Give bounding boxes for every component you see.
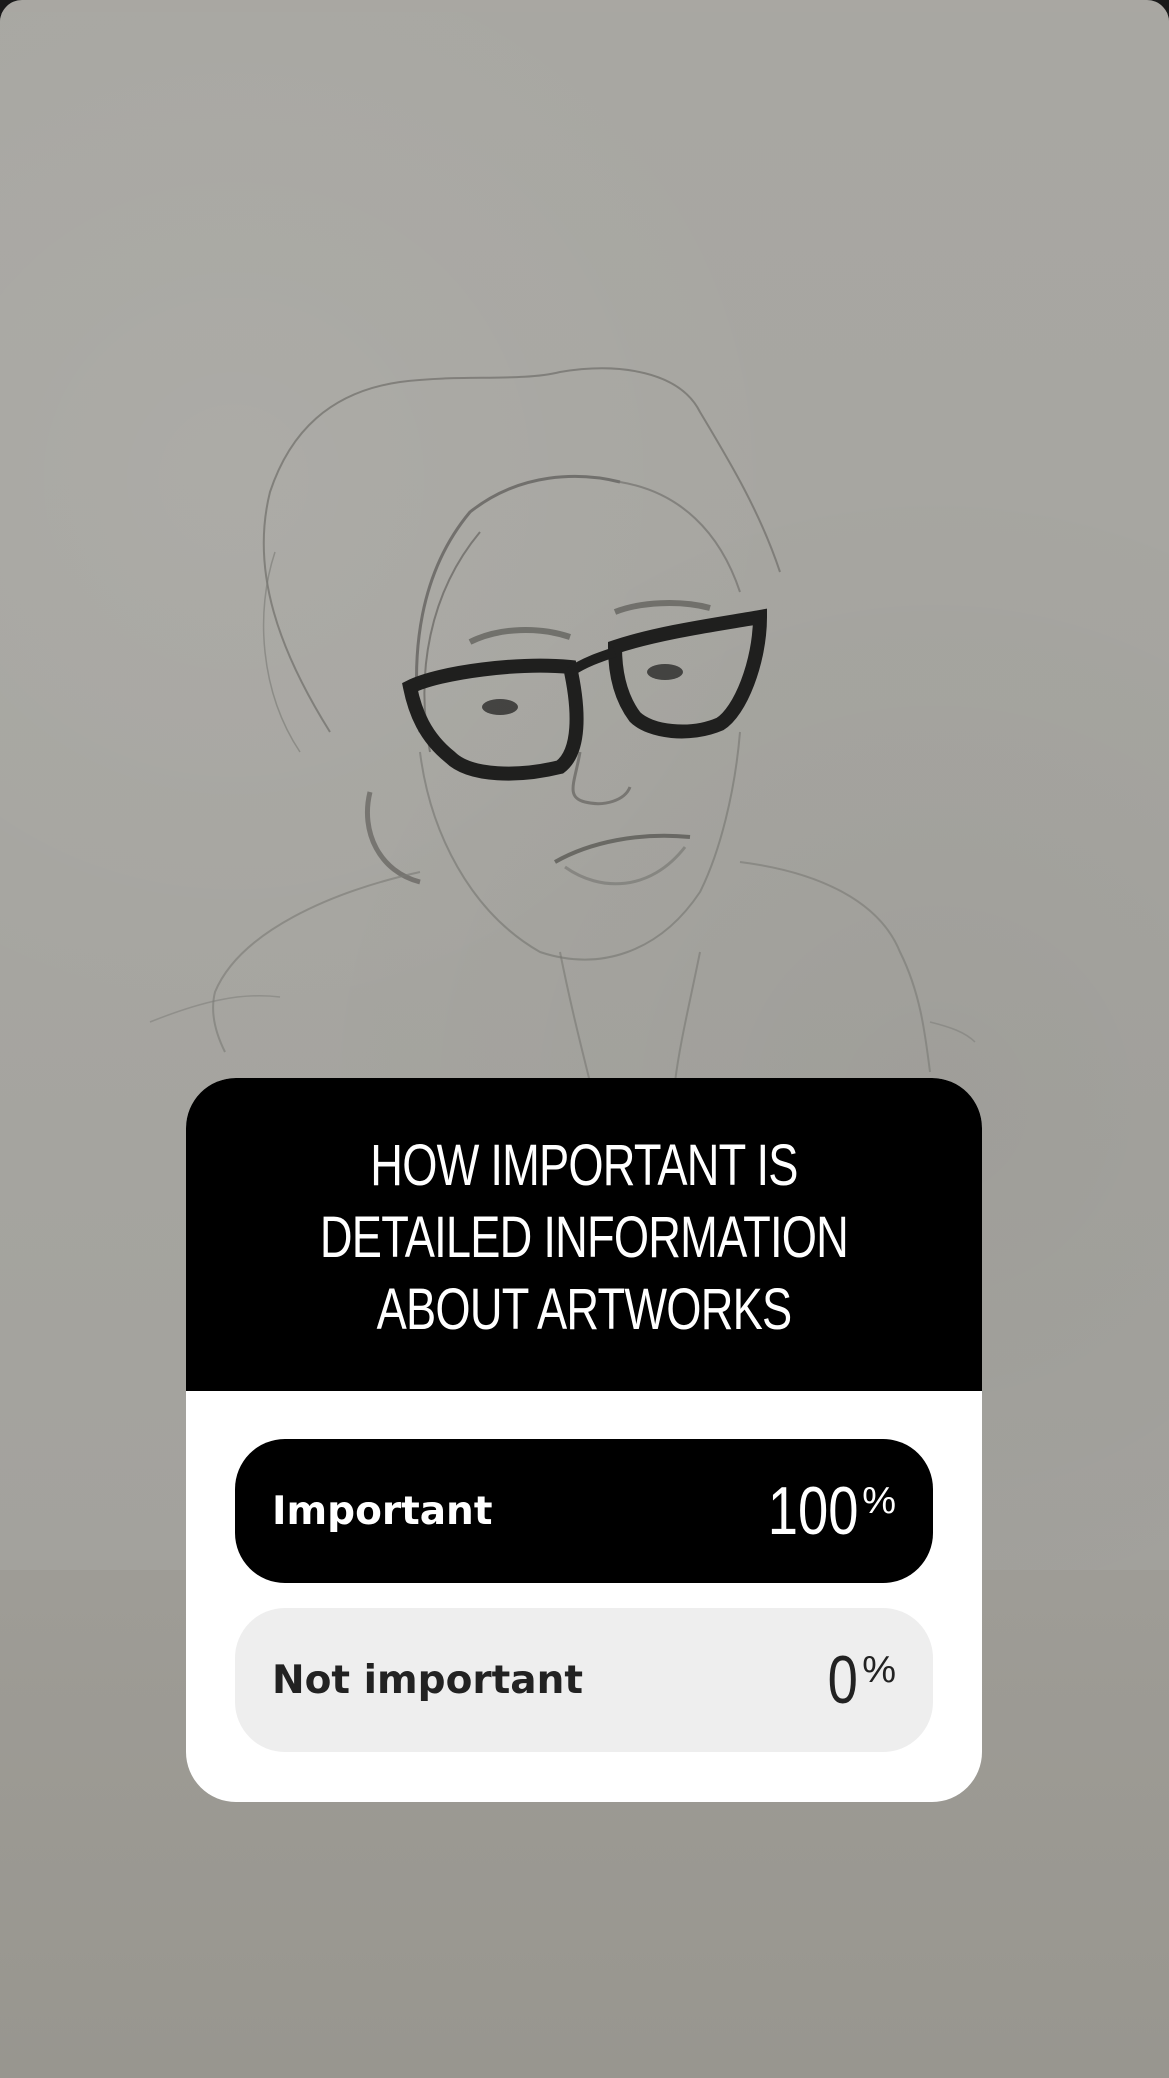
poll-header: HOW IMPORTANT IS DETAILED INFORMATION AB…	[186, 1078, 982, 1391]
poll-question: HOW IMPORTANT IS DETAILED INFORMATION AB…	[319, 1132, 849, 1342]
poll-option-label: Important	[272, 1488, 493, 1534]
poll-option-percent: 0 %	[820, 1646, 896, 1714]
story-screen: HOW IMPORTANT IS DETAILED INFORMATION AB…	[0, 0, 1169, 2078]
poll-option-label: Not important	[272, 1657, 583, 1703]
poll-sticker: HOW IMPORTANT IS DETAILED INFORMATION AB…	[186, 1078, 982, 1802]
percent-value: 100	[767, 1473, 859, 1549]
percent-sign: %	[862, 1649, 896, 1691]
poll-option-important[interactable]: Important 100 %	[235, 1439, 933, 1583]
poll-option-not-important[interactable]: Not important 0 %	[235, 1608, 933, 1752]
percent-value: 0	[827, 1642, 859, 1718]
poll-option-percent: 100 %	[745, 1477, 896, 1545]
percent-sign: %	[862, 1480, 896, 1522]
